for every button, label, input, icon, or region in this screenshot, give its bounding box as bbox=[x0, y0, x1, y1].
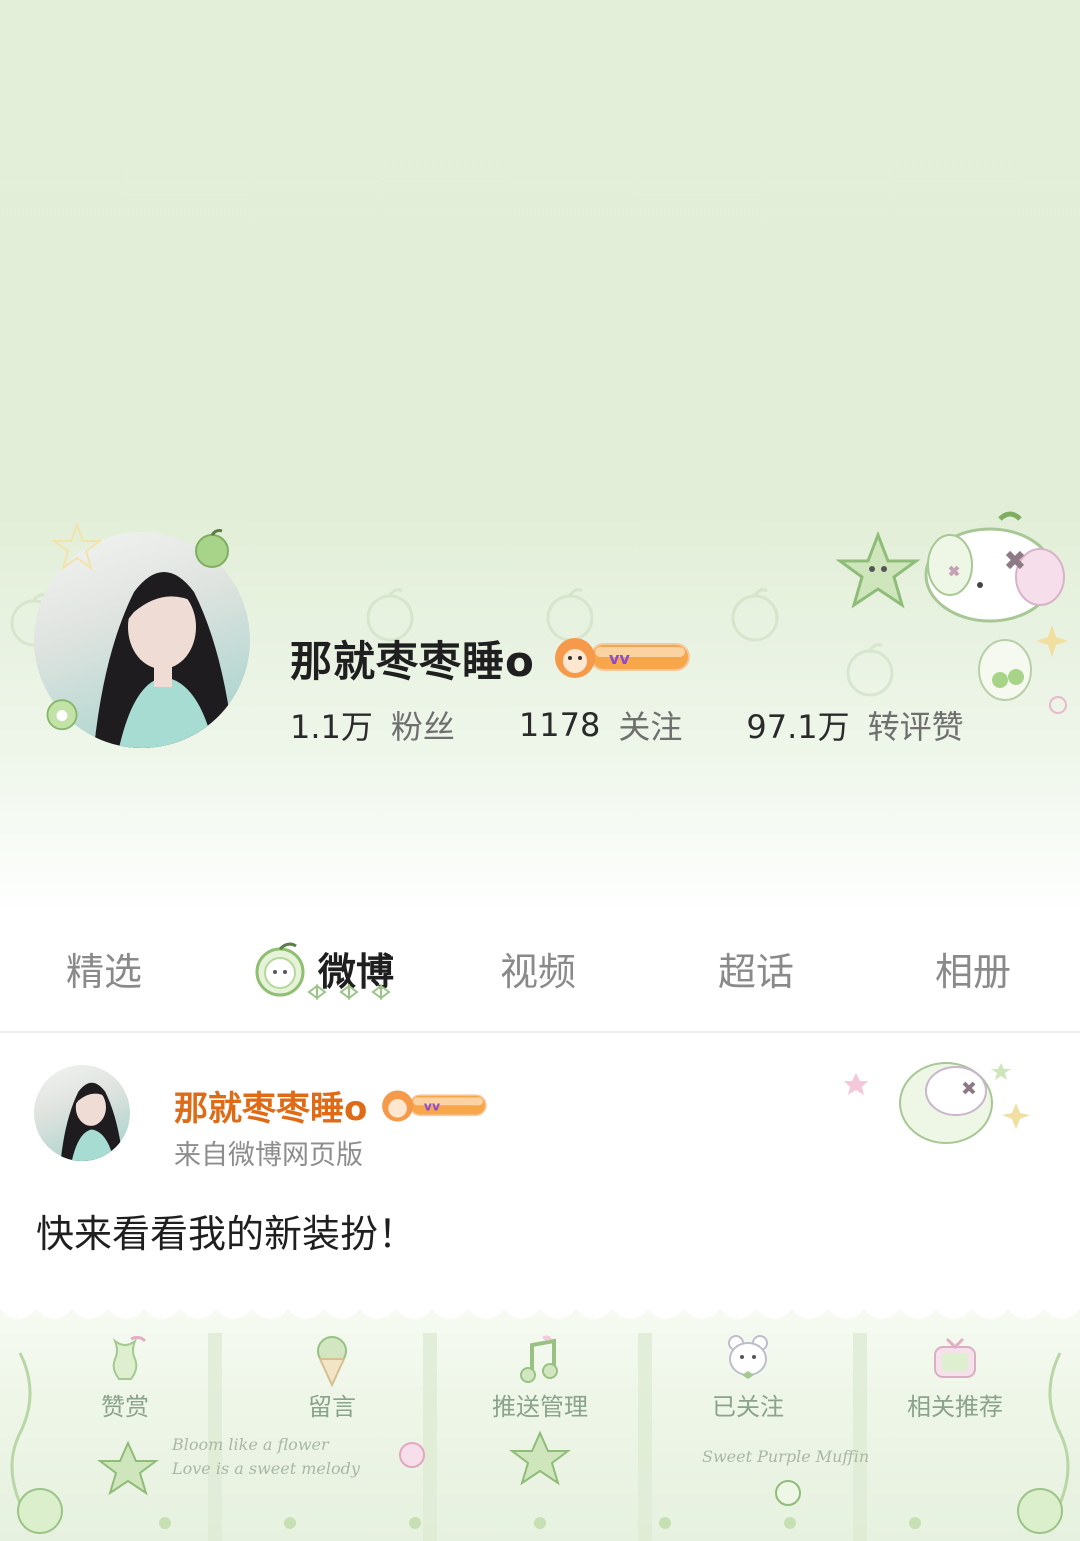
post-text: 快来看看我的新装扮！ bbox=[36, 1212, 417, 1256]
action-label: 留言 bbox=[308, 1393, 356, 1421]
post-source: 来自微博网页版 bbox=[174, 1140, 363, 1171]
action-label: 相关推荐 bbox=[907, 1393, 1003, 1421]
profile-name[interactable]: 那就枣枣睡o bbox=[290, 628, 535, 689]
scallop-border-icon bbox=[0, 1303, 1080, 1319]
apple-pattern-icon bbox=[731, 588, 779, 642]
apple-core-icon bbox=[112, 1335, 147, 1380]
tab-featured[interactable]: 精选 bbox=[66, 933, 142, 1003]
tab-label: 超话 bbox=[718, 949, 795, 994]
weibo-post[interactable]: 那就枣枣睡o vv 来自微博网页版 快来看看我的新装扮！ bbox=[0, 1033, 1080, 1303]
tab-label: 相册 bbox=[935, 949, 1012, 994]
vip-badge-text: vv bbox=[609, 649, 630, 668]
green-apple-icon bbox=[255, 942, 305, 997]
active-tab-bow-indicator-icon bbox=[307, 984, 391, 1000]
reward-button[interactable]: 赞赏 bbox=[45, 1335, 205, 1422]
action-label: 已关注 bbox=[712, 1393, 784, 1421]
stat-fans[interactable]: 1.1万 粉丝 bbox=[290, 702, 455, 748]
related-recommendations-button[interactable]: 相关推荐 bbox=[875, 1337, 1035, 1422]
profile-name-row: 那就枣枣睡o vv bbox=[290, 628, 693, 688]
post-author-avatar[interactable] bbox=[34, 1065, 130, 1161]
music-note-icon bbox=[520, 1335, 558, 1383]
profile-tab-bar: 精选 微博 视频 超话 相册 bbox=[0, 915, 1080, 1033]
decor-script-text: Sweet Purple Muffin bbox=[702, 1447, 870, 1466]
person-silhouette-icon bbox=[60, 1082, 123, 1161]
green-apple-icon bbox=[46, 699, 78, 731]
post-action-bar: Bloom like a flower Love is a sweet melo… bbox=[0, 1303, 1080, 1541]
post-author-name[interactable]: 那就枣枣睡o bbox=[174, 1081, 367, 1130]
stat-following[interactable]: 1178 关注 bbox=[519, 702, 682, 748]
comment-button[interactable]: 留言 bbox=[252, 1336, 412, 1422]
profile-avatar[interactable] bbox=[34, 522, 250, 748]
stat-value: 1178 bbox=[518, 706, 601, 744]
stat-value: 1.1万 bbox=[290, 708, 373, 746]
ice-cream-icon bbox=[317, 1336, 347, 1387]
card-decoration-icon bbox=[844, 1062, 1030, 1144]
tab-label: 视频 bbox=[500, 949, 577, 994]
decor-script-text: Bloom like a flower bbox=[172, 1435, 329, 1454]
star-icon bbox=[52, 522, 102, 571]
following-button[interactable]: 已关注 bbox=[668, 1335, 828, 1422]
tv-icon bbox=[934, 1337, 976, 1378]
tab-label: 精选 bbox=[66, 949, 143, 994]
decor-script-text: Love is a sweet melody bbox=[172, 1459, 360, 1478]
stat-label: 关注 bbox=[618, 708, 683, 746]
vip-badge-text: vv bbox=[424, 1098, 440, 1113]
vip-badge-icon[interactable]: vv bbox=[551, 634, 693, 682]
mascot-decoration-icon bbox=[835, 511, 1068, 714]
action-label: 推送管理 bbox=[492, 1393, 588, 1421]
stat-label: 粉丝 bbox=[390, 708, 455, 746]
tab-album[interactable]: 相册 bbox=[935, 933, 1011, 1003]
vip-badge-icon[interactable]: vv bbox=[379, 1087, 489, 1125]
tab-video[interactable]: 视频 bbox=[500, 933, 576, 1003]
green-apple-icon bbox=[195, 529, 229, 568]
action-label: 赞赏 bbox=[101, 1393, 149, 1421]
tab-super-topic[interactable]: 超话 bbox=[718, 933, 794, 1003]
push-management-button[interactable]: 推送管理 bbox=[460, 1335, 620, 1422]
post-author-row: 那就枣枣睡o vv bbox=[174, 1081, 489, 1130]
profile-header: 那就枣枣睡o vv 1.1万 粉丝 1178 关注 97.1万 转评赞 bbox=[0, 0, 1080, 915]
bear-icon bbox=[728, 1335, 768, 1379]
